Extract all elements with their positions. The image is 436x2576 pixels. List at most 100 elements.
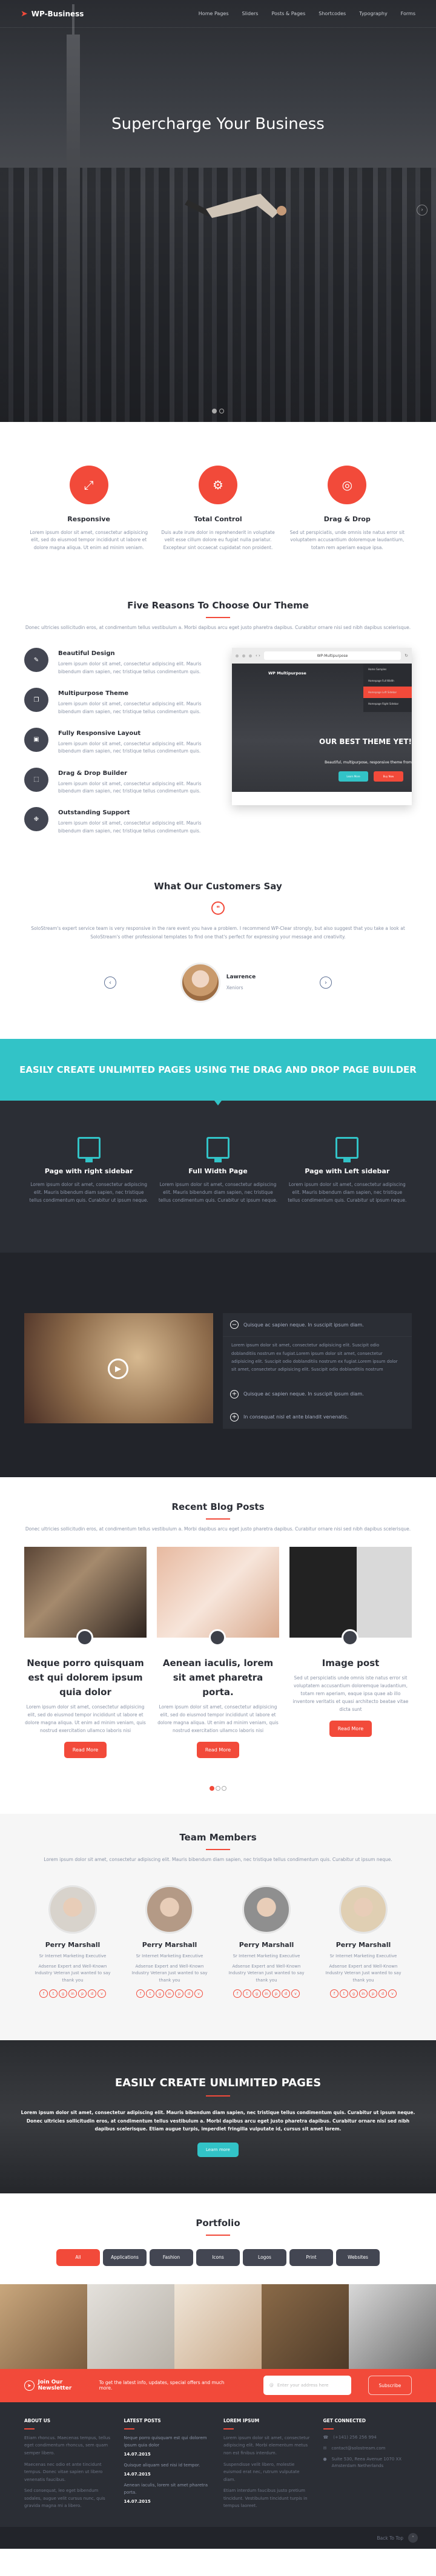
browser-url-bar: WP-Multipurpose [263,651,401,660]
plus-icon: + [230,1412,239,1421]
social-icon[interactable]: in [68,1989,77,1998]
slider-dots [0,409,436,413]
nav-typography[interactable]: Typography [359,11,388,16]
social-icon[interactable]: g [253,1989,261,1998]
social-icon[interactable]: in [359,1989,368,1998]
social-icon[interactable]: g [156,1989,164,1998]
filter-websites[interactable]: Websites [336,2248,380,2266]
social-icon[interactable]: t [340,1989,348,1998]
social-icon[interactable]: f [39,1989,48,1998]
post-title[interactable]: Image post [289,1656,412,1670]
post-title[interactable]: Aenean iaculis, lorem sit amet pharetra … [157,1656,279,1699]
social-icon[interactable]: p [175,1989,183,1998]
social-icon[interactable]: d [185,1989,193,1998]
social-icon[interactable]: d [378,1989,387,1998]
slider-next-arrow[interactable]: › [417,205,428,216]
social-icon[interactable]: p [369,1989,377,1998]
pagination-dot[interactable] [222,1786,226,1791]
chevron-up-icon[interactable]: ˄ [408,2533,418,2543]
jumping-businessman-image [185,194,286,218]
author-avatar [76,1629,93,1646]
reason-text: Lorem ipsum dolor sit amet, consectetur … [58,740,202,754]
social-icon[interactable]: v [388,1989,397,1998]
social-icon[interactable]: d [282,1989,290,1998]
footer-latest-posts: LATEST POSTS Neque porro quisquam est qu… [124,2418,213,2514]
slider-dot[interactable] [219,409,224,413]
pagination-dot[interactable] [210,1786,214,1791]
social-icon[interactable]: p [272,1989,280,1998]
theme-preview: WP Multipurpose Home Samples Homepage Fu… [232,664,412,792]
accordion-header[interactable]: + Quisque ac sapien neque. In suscipit ip… [223,1383,412,1406]
portfolio-item[interactable] [349,2284,436,2369]
blog-post-card: Neque porro quisquam est qui dolorem ips… [24,1546,147,1759]
social-icon[interactable]: f [330,1989,339,1998]
read-more-button[interactable]: Read More [196,1742,240,1759]
slider-dot[interactable] [212,409,217,413]
chevron-right-icon[interactable]: › [320,977,332,989]
post-image[interactable] [24,1546,147,1646]
section-subtitle: Lorem ipsum dolor sit amet, consectetur … [44,1857,392,1863]
nav-home-pages[interactable]: Home Pages [199,11,229,16]
chevron-left-icon[interactable]: ‹ [104,977,116,989]
filter-logos[interactable]: Logos [243,2248,286,2266]
social-icon[interactable]: g [349,1989,358,1998]
filter-fashion[interactable]: Fashion [150,2248,193,2266]
portfolio-item[interactable] [0,2284,87,2369]
feature-title: Drag & Drop [323,515,371,523]
read-more-button[interactable]: Read More [329,1721,372,1738]
pagination-dot[interactable] [216,1786,220,1791]
social-icon[interactable]: v [194,1989,203,1998]
post-title[interactable]: Neque porro quisquam est qui dolorem ips… [24,1656,147,1699]
social-icon[interactable]: g [59,1989,67,1998]
post-excerpt: Sed ut perspiciatis unde omnis iste natu… [292,1675,409,1713]
learn-more-button[interactable]: Learn more [197,2142,239,2157]
read-more-button[interactable]: Read More [64,1742,107,1759]
nav-forms[interactable]: Forms [401,11,415,16]
monitor-icon [77,1137,101,1163]
filter-all[interactable]: All [56,2248,100,2266]
post-image[interactable] [157,1546,279,1646]
social-icon[interactable]: d [88,1989,96,1998]
social-icon[interactable]: p [78,1989,87,1998]
nav-shortcodes[interactable]: Shortcodes [319,11,346,16]
brand-logo[interactable]: ➤ WP-Business [21,9,84,19]
reason-item: ⬚ Drag & Drop Builder Lorem ipsum dolor s… [24,767,203,796]
social-icon[interactable]: t [146,1989,154,1998]
newsletter-email-input[interactable]: @ Enter your address here [263,2376,351,2396]
subscribe-button[interactable]: Subscribe [368,2376,412,2396]
social-icon[interactable]: in [262,1989,271,1998]
footer-post-link[interactable]: Aenean iaculis, lorem sit amet pharetra … [124,2482,213,2497]
social-icon[interactable]: f [136,1989,145,1998]
nav-posts-pages[interactable]: Posts & Pages [271,11,305,16]
filter-print[interactable]: Print [289,2248,333,2266]
team-member: Perry Marshall Sr Internet Marketing Exe… [224,1885,309,1998]
social-icon[interactable]: in [165,1989,174,1998]
reason-item: ❉ Outstanding Support Lorem ipsum dolor s… [24,807,203,835]
testimonial-quote: SoloStream's expert service team is very… [31,926,405,940]
portfolio-item[interactable] [87,2284,174,2369]
video-thumbnail[interactable]: ▶ [24,1313,213,1424]
accordion-header[interactable]: − Quisque ac sapien neque. In suscipit ip… [223,1313,412,1336]
post-image[interactable] [289,1546,412,1646]
social-icon[interactable]: v [291,1989,300,1998]
social-links: f t g in p d v [127,1989,212,1998]
feature-card: ⚙ Total Control Duis aute irure dolor in… [157,466,279,552]
portfolio-item[interactable] [174,2284,262,2369]
social-icon[interactable]: v [97,1989,106,1998]
main-navbar: ➤ WP-Business Home Pages Sliders Posts &… [0,0,436,28]
feature-title: Responsive [67,515,110,523]
portfolio-item[interactable] [262,2284,349,2369]
nav-sliders[interactable]: Sliders [242,11,258,16]
title-divider [206,1849,230,1851]
filter-applications[interactable]: Applications [103,2248,147,2266]
footer-post-link[interactable]: Neque porro quisquam est qui dolorem ips… [124,2434,213,2449]
reason-item: ✎ Beautiful Design Lorem ipsum dolor sit … [24,648,203,676]
social-icon[interactable]: f [233,1989,242,1998]
footer-post-link[interactable]: Quisque aliquam sed nisi id tempor. [124,2462,213,2469]
social-icon[interactable]: t [49,1989,58,1998]
filter-icons[interactable]: Icons [196,2248,240,2266]
play-icon[interactable]: ▶ [108,1359,128,1380]
back-to-top-link[interactable]: Back To Top [377,2535,403,2541]
social-icon[interactable]: t [243,1989,251,1998]
accordion-header[interactable]: + In consequat nisl et ante blandit venen… [223,1406,412,1429]
